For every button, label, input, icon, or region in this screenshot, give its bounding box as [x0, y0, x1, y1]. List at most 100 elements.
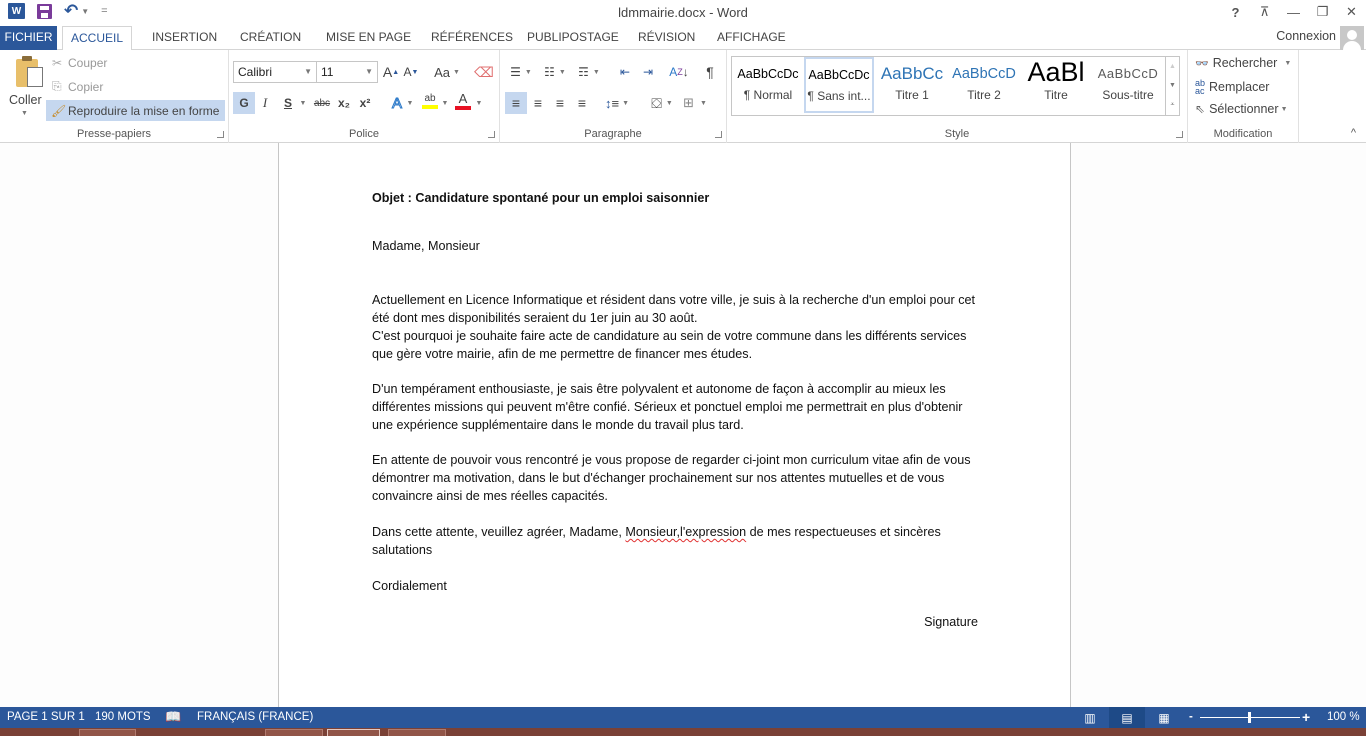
- styles-group: AaBbCcDc ¶ Normal AaBbCcDc ¶ Sans int...…: [727, 50, 1188, 143]
- paste-label: Coller: [9, 93, 42, 107]
- text-effects-button[interactable]: A: [389, 92, 405, 114]
- minimize-button[interactable]: —: [1279, 0, 1308, 24]
- grow-font-button[interactable]: A ▲: [382, 61, 400, 83]
- highlight-color-swatch: [422, 105, 438, 109]
- bold-button[interactable]: G: [233, 92, 255, 114]
- multilevel-list-button[interactable]: ☶ ▼: [574, 61, 604, 83]
- taskbar-button[interactable]: [79, 729, 136, 736]
- restore-button[interactable]: ❐: [1308, 0, 1337, 24]
- select-button[interactable]: ⇖ Sélectionner ▼: [1195, 102, 1288, 116]
- help-button[interactable]: ?: [1221, 0, 1250, 24]
- borders-button[interactable]: ⊞ ▼: [680, 92, 710, 114]
- cut-label: Couper: [68, 56, 108, 70]
- style-sous-titre[interactable]: AaBbCcD Sous-titre: [1093, 58, 1163, 114]
- font-color-button[interactable]: A: [454, 90, 472, 112]
- print-layout-icon[interactable]: ▤: [1109, 707, 1145, 728]
- replace-button[interactable]: ab ac Remplacer: [1195, 79, 1269, 96]
- change-case-button[interactable]: Aa ▼: [431, 61, 463, 83]
- decrease-indent-icon[interactable]: ⇤: [615, 61, 635, 83]
- chevron-down-icon[interactable]: ▼: [441, 92, 449, 114]
- underline-button[interactable]: S: [279, 92, 297, 114]
- avatar[interactable]: [1340, 26, 1364, 50]
- tab-creation[interactable]: CRÉATION: [232, 26, 309, 50]
- taskbar-button[interactable]: [265, 729, 323, 736]
- show-formatting-button[interactable]: ¶: [700, 61, 720, 83]
- close-button[interactable]: ✕: [1337, 0, 1366, 24]
- ribbon-tabs: FICHIER ACCUEIL INSERTION CRÉATION MISE …: [0, 26, 1366, 51]
- spelling-error[interactable]: Monsieur,l'expression: [625, 525, 746, 539]
- tab-insertion[interactable]: INSERTION: [144, 26, 225, 50]
- justify-icon[interactable]: ≡: [572, 92, 592, 114]
- font-color-icon: A: [458, 91, 468, 106]
- zoom-in-button[interactable]: +: [1302, 707, 1310, 728]
- page-count[interactable]: PAGE 1 SUR 1: [7, 707, 85, 728]
- editing-group-label: Modification: [1213, 128, 1273, 140]
- shading-button[interactable]: ⛋ ▼: [646, 92, 678, 114]
- read-mode-icon[interactable]: ▥: [1072, 707, 1108, 728]
- document-workspace: Objet : Candidature spontané pour un emp…: [0, 143, 1366, 707]
- align-right-icon[interactable]: ≡: [550, 92, 570, 114]
- shrink-font-icon: A: [403, 65, 412, 79]
- tab-revision[interactable]: RÉVISION: [630, 26, 703, 50]
- chevron-down-icon[interactable]: ▼: [365, 67, 373, 76]
- dialog-launcher-icon[interactable]: [488, 131, 495, 138]
- font-name-combobox[interactable]: Calibri ▼: [233, 61, 317, 83]
- tab-references[interactable]: RÉFÉRENCES: [423, 26, 521, 50]
- dialog-launcher-icon[interactable]: [715, 131, 722, 138]
- style-normal[interactable]: AaBbCcDc ¶ Normal: [733, 58, 803, 114]
- document-page[interactable]: Objet : Candidature spontané pour un emp…: [278, 143, 1071, 707]
- dialog-launcher-icon[interactable]: [217, 131, 224, 138]
- subscript-button[interactable]: x₂: [335, 92, 353, 114]
- find-label: Rechercher: [1212, 56, 1278, 70]
- clear-formatting-icon[interactable]: ⌫: [473, 61, 495, 83]
- line-spacing-button[interactable]: ↕ ≡ ▼: [603, 92, 631, 114]
- style-titre-1[interactable]: AaBbCc Titre 1: [877, 58, 947, 114]
- tab-affichage[interactable]: AFFICHAGE: [709, 26, 794, 50]
- chevron-up-icon[interactable]: ▲: [1169, 63, 1176, 70]
- copy-button[interactable]: ⎘ Copier: [52, 79, 103, 94]
- language-indicator[interactable]: FRANÇAIS (FRANCE): [197, 707, 313, 728]
- tab-accueil[interactable]: ACCUEIL: [62, 26, 133, 51]
- align-left-icon[interactable]: ≡: [505, 92, 527, 114]
- style-sans-interligne[interactable]: AaBbCcDc ¶ Sans int...: [804, 57, 874, 113]
- taskbar-button[interactable]: [327, 729, 380, 736]
- collapse-ribbon-icon[interactable]: ^: [1351, 127, 1356, 139]
- italic-button[interactable]: I: [256, 92, 274, 114]
- strikethrough-button[interactable]: abc: [311, 92, 333, 114]
- chevron-down-icon[interactable]: ▼: [406, 92, 414, 114]
- cut-button[interactable]: ✂ Couper: [52, 56, 107, 70]
- closing: Cordialement: [372, 579, 447, 593]
- find-button[interactable]: 👓 Rechercher ▼: [1195, 56, 1291, 70]
- chevron-down-icon[interactable]: ▼: [1169, 82, 1176, 89]
- chevron-down-icon[interactable]: ▼: [475, 92, 483, 114]
- chevron-down-icon[interactable]: ▼: [304, 67, 312, 76]
- shrink-font-button[interactable]: A ▼: [402, 61, 420, 83]
- zoom-out-button[interactable]: -: [1189, 707, 1193, 728]
- zoom-slider-thumb[interactable]: [1248, 712, 1251, 723]
- paste-button[interactable]: Coller ▼: [4, 52, 44, 122]
- font-size-combobox[interactable]: 11 ▼: [316, 61, 378, 83]
- format-painter-button[interactable]: 🖌 Reproduire la mise en forme: [46, 100, 226, 121]
- ribbon-display-options-button[interactable]: ⊼: [1250, 0, 1279, 24]
- tab-mise-en-page[interactable]: MISE EN PAGE: [318, 26, 419, 50]
- sign-in-link[interactable]: Connexion: [1276, 29, 1336, 43]
- style-titre-2[interactable]: AaBbCcD Titre 2: [949, 58, 1019, 114]
- zoom-level[interactable]: 100 %: [1327, 707, 1360, 728]
- web-layout-icon[interactable]: ▦: [1146, 707, 1182, 728]
- word-count[interactable]: 190 MOTS: [95, 707, 151, 728]
- tab-fichier[interactable]: FICHIER: [0, 26, 57, 50]
- proofing-icon[interactable]: 📖: [165, 707, 181, 728]
- bullets-button[interactable]: ☰ ▼: [506, 61, 536, 83]
- align-center-icon[interactable]: ≡: [528, 92, 548, 114]
- highlight-button[interactable]: ab: [421, 90, 439, 112]
- more-styles-icon[interactable]: ⩡: [1171, 101, 1175, 109]
- superscript-button[interactable]: x²: [356, 92, 374, 114]
- numbering-button[interactable]: ☷ ▼: [540, 61, 570, 83]
- dialog-launcher-icon[interactable]: [1176, 131, 1183, 138]
- sort-icon[interactable]: A Z ↓: [668, 61, 690, 83]
- tab-publipostage[interactable]: PUBLIPOSTAGE: [519, 26, 627, 50]
- style-titre[interactable]: AaBl Titre: [1021, 58, 1091, 114]
- chevron-down-icon[interactable]: ▼: [298, 92, 308, 114]
- taskbar-button[interactable]: [388, 729, 446, 736]
- increase-indent-icon[interactable]: ⇥: [638, 61, 658, 83]
